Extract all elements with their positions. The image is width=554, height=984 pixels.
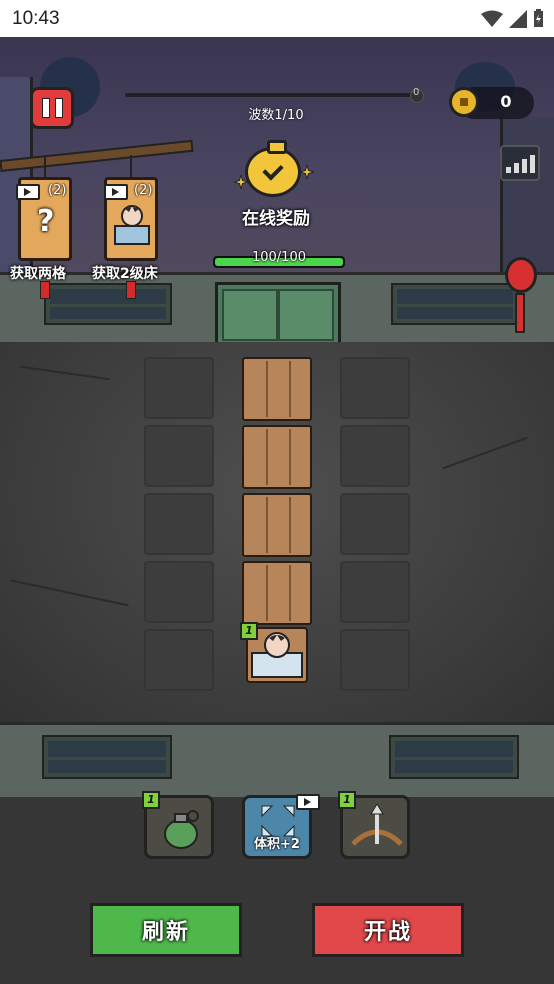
- coin-value: 0: [500, 92, 512, 111]
- battery-icon: [534, 9, 543, 27]
- card-label: 获取两格: [10, 266, 66, 282]
- card-count: (2): [134, 183, 153, 198]
- empty-grid-slot[interactable]: [144, 561, 214, 623]
- floor-crack: [11, 579, 129, 607]
- empty-grid-slot[interactable]: [340, 493, 410, 555]
- wood-plank-tile[interactable]: [242, 425, 312, 489]
- wall-window: [393, 285, 517, 323]
- tassel-icon: [126, 281, 136, 299]
- empty-grid-slot[interactable]: [340, 357, 410, 419]
- cell-signal-icon: [509, 9, 527, 28]
- card-label: 获取2级床: [92, 266, 158, 282]
- wifi-icon: [481, 10, 503, 27]
- empty-grid-slot[interactable]: [144, 357, 214, 419]
- clock-time: 10:43: [12, 8, 60, 29]
- empty-grid-slot[interactable]: [340, 629, 410, 691]
- empty-grid-slot[interactable]: [144, 629, 214, 691]
- stopwatch-icon: [245, 140, 301, 197]
- refresh-button[interactable]: 刷新: [90, 903, 242, 957]
- sparkle-icon: [300, 165, 314, 179]
- item-level-badge: 1: [142, 791, 160, 809]
- question-mark-icon: ?: [37, 204, 55, 239]
- video-ad-icon: [104, 184, 128, 200]
- empty-grid-slot[interactable]: [340, 425, 410, 487]
- card-count: (2): [48, 183, 67, 198]
- red-lantern-icon[interactable]: [505, 257, 537, 293]
- video-ad-icon: [16, 184, 40, 200]
- sleeping-character-icon: [114, 205, 150, 245]
- start-battle-button[interactable]: 开战: [312, 903, 464, 957]
- video-ad-icon: [296, 794, 320, 810]
- bar-chart-icon: [505, 167, 511, 173]
- grenade-icon: [164, 810, 199, 849]
- double-door: [215, 282, 341, 346]
- wave-progress-count: 0: [413, 87, 420, 98]
- wall-window: [44, 737, 170, 777]
- online-reward-label: 在线奖励: [242, 209, 310, 229]
- ranking-button[interactable]: [500, 145, 540, 181]
- wood-plank-tile[interactable]: [242, 561, 312, 625]
- empty-grid-slot[interactable]: [340, 561, 410, 623]
- sparkle-icon: [234, 175, 248, 189]
- status-bar: 10:43: [0, 0, 554, 37]
- pause-button[interactable]: [30, 87, 74, 129]
- coin-icon: [449, 87, 479, 117]
- item-label: 体积+2: [254, 837, 300, 852]
- door-hp-text: 100/100: [251, 250, 306, 265]
- door-right-panel: [278, 289, 334, 341]
- empty-grid-slot[interactable]: [144, 493, 214, 555]
- floor-crack: [442, 436, 528, 470]
- pause-icon: [41, 98, 50, 118]
- bed-level-badge: 1: [240, 622, 258, 640]
- item-level-badge: 1: [338, 791, 356, 809]
- crossbow-icon: [351, 804, 403, 846]
- game-scene: 100/100 1 0 波数1/10 0 在线奖励 ? (2) 获取两格 (2)…: [0, 37, 554, 984]
- door-left-panel: [222, 289, 278, 341]
- wave-label: 波数1/10: [248, 108, 304, 123]
- wood-plank-tile[interactable]: [242, 357, 312, 421]
- wall-window: [46, 285, 170, 323]
- status-icons: [481, 9, 544, 28]
- floor-crack: [20, 365, 110, 381]
- empty-grid-slot[interactable]: [144, 425, 214, 487]
- tassel-icon: [40, 281, 50, 299]
- lantern-tassel: [515, 293, 525, 333]
- wall-window: [391, 737, 517, 777]
- wood-plank-tile[interactable]: [242, 493, 312, 557]
- wave-progress-bar: [125, 93, 421, 97]
